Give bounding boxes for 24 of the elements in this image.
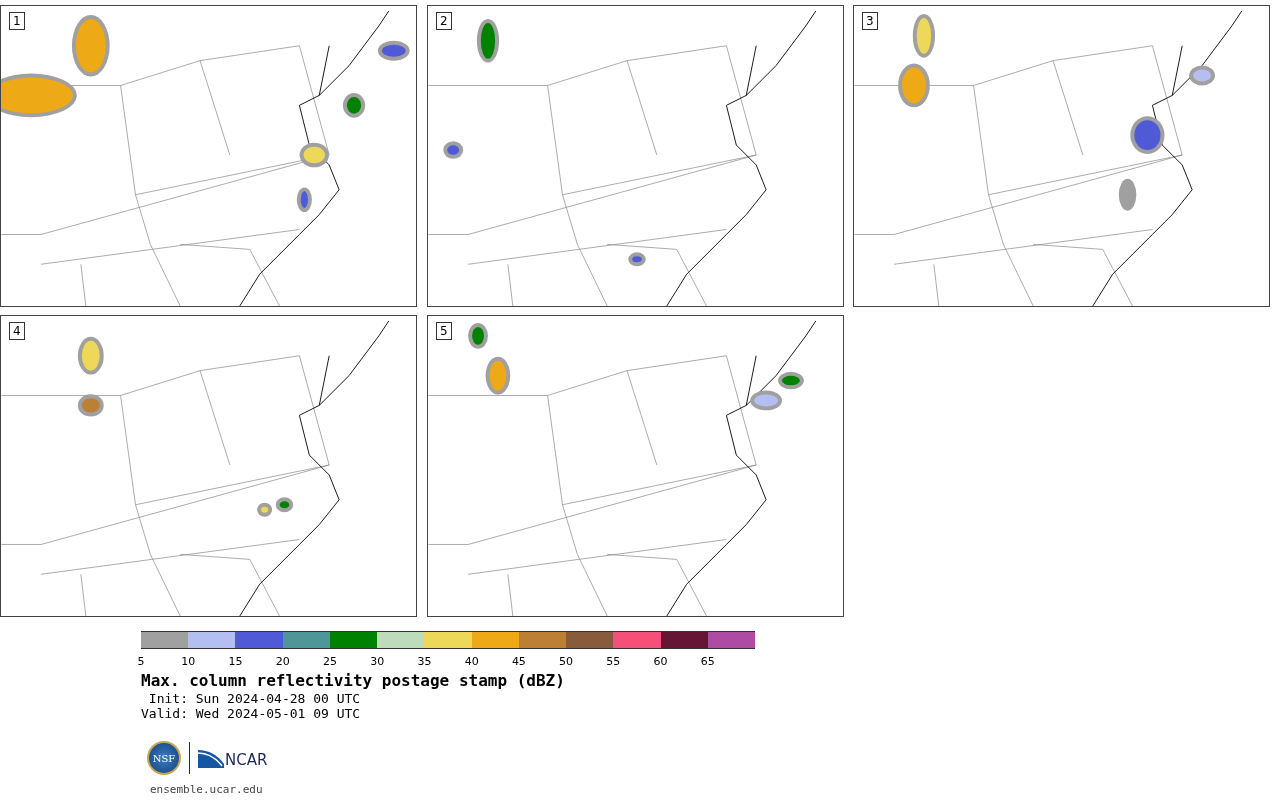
- tick-label: 20: [275, 655, 290, 668]
- valid-time: Valid: Wed 2024-05-01 09 UTC: [141, 706, 362, 721]
- panel-number: 3: [862, 12, 878, 30]
- nsf-logo: NSF: [147, 741, 181, 775]
- panel-number: 1: [9, 12, 25, 30]
- panel-number: 4: [9, 322, 25, 340]
- ncar-logo: NCAR: [198, 748, 268, 768]
- tick-label: 10: [181, 655, 196, 668]
- tick-label: 60: [653, 655, 668, 668]
- tick-label: 55: [606, 655, 621, 668]
- tick-label: 35: [417, 655, 432, 668]
- panel-number: 2: [436, 12, 452, 30]
- tick-label: 65: [700, 655, 715, 668]
- tick-label: 45: [511, 655, 526, 668]
- panel-number: 5: [436, 322, 452, 340]
- tick-label: 15: [228, 655, 243, 668]
- chart-title: Max. column reflectivity postage stamp (dBZ): [141, 671, 566, 691]
- tick-label: 40: [464, 655, 479, 668]
- init-time: Init: Sun 2024-04-28 00 UTC: [147, 691, 362, 706]
- tick-label: 25: [322, 655, 337, 668]
- website-url: ensemble.ucar.edu: [150, 783, 264, 796]
- tick-label: 50: [559, 655, 574, 668]
- tick-label: 30: [370, 655, 385, 668]
- tick-label: 5: [137, 655, 145, 668]
